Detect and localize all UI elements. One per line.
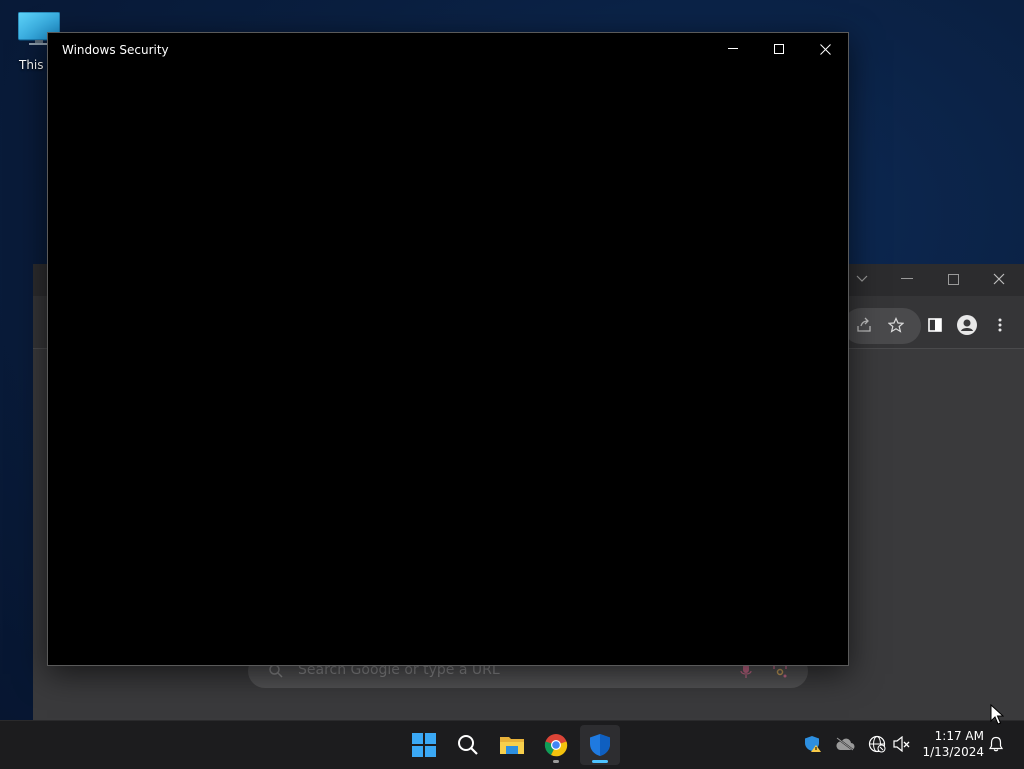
tab-search-icon[interactable] xyxy=(848,267,876,291)
clock-time: 1:17 AM xyxy=(934,729,984,743)
security-warning-icon[interactable] xyxy=(802,733,824,755)
minimize-icon xyxy=(728,48,738,49)
browser-close-icon[interactable] xyxy=(985,267,1013,291)
close-icon xyxy=(819,43,831,55)
speaker-muted-icon[interactable] xyxy=(891,733,913,755)
window-title: Windows Security xyxy=(62,43,169,57)
browser-maximize-icon[interactable] xyxy=(939,267,967,291)
more-vert-icon[interactable] xyxy=(989,314,1011,336)
desktop: This PC Search Google or type a URL Wind… xyxy=(0,0,1024,720)
taskbar-search-button[interactable] xyxy=(448,725,488,765)
network-globe-icon[interactable] xyxy=(866,733,888,755)
share-icon[interactable] xyxy=(853,314,875,336)
taskbar: 1:17 AM 1/13/2024 xyxy=(0,720,1024,769)
windows-logo-icon xyxy=(412,733,436,757)
running-indicator xyxy=(553,760,559,763)
chrome-icon xyxy=(544,734,568,757)
close-button[interactable] xyxy=(802,33,848,65)
minimize-button[interactable] xyxy=(710,33,756,65)
star-icon[interactable] xyxy=(885,314,907,336)
chrome-button[interactable] xyxy=(536,725,576,765)
windows-security-button[interactable] xyxy=(580,725,620,765)
start-button[interactable] xyxy=(404,725,444,765)
maximize-button[interactable] xyxy=(756,33,802,65)
profile-icon[interactable] xyxy=(956,314,978,336)
mouse-cursor-icon xyxy=(990,704,1004,725)
maximize-icon xyxy=(774,44,784,54)
active-indicator xyxy=(592,760,608,763)
file-explorer-button[interactable] xyxy=(492,725,532,765)
notification-bell-icon[interactable] xyxy=(985,733,1007,755)
cloud-offline-icon[interactable] xyxy=(834,733,856,755)
clock[interactable]: 1:17 AM 1/13/2024 xyxy=(920,728,984,760)
browser-minimize-icon[interactable] xyxy=(893,267,921,291)
search-icon xyxy=(458,735,478,755)
clock-date: 1/13/2024 xyxy=(922,745,984,759)
folder-icon xyxy=(500,737,524,754)
shield-icon xyxy=(590,734,610,756)
side-panel-icon[interactable] xyxy=(924,314,946,336)
windows-security-window[interactable]: Windows Security xyxy=(47,32,849,666)
